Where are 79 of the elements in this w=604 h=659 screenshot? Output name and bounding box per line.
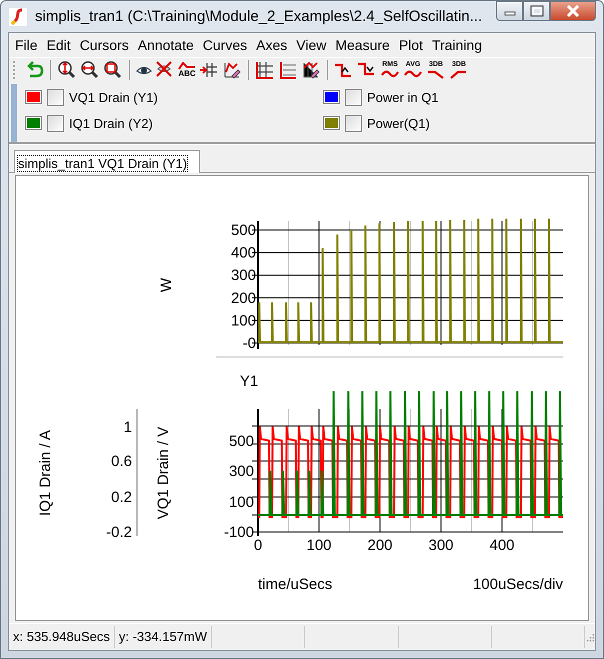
axis-tick-label: -0.2 <box>106 524 132 541</box>
wave-icon <box>381 68 399 80</box>
checkbox[interactable] <box>345 114 362 132</box>
axes-eraser-icon <box>301 60 321 80</box>
menu-item[interactable]: Annotate <box>138 37 194 53</box>
curve-name: IQ1 Drain (Y2) <box>69 116 153 130</box>
checkbox[interactable] <box>345 88 362 106</box>
toolbar-button[interactable] <box>56 59 78 81</box>
magnifier-icon <box>103 60 123 80</box>
app-logo-icon <box>9 8 27 26</box>
close-button[interactable] <box>550 1 596 21</box>
curve-name: VQ1 Drain (Y1) <box>69 90 158 104</box>
toolbar-button[interactable] <box>79 59 101 81</box>
curve-icon <box>178 62 196 70</box>
axis-tick-label: 100 <box>228 494 254 511</box>
checkbox[interactable] <box>47 88 64 106</box>
menu-item[interactable]: Axes <box>256 37 288 53</box>
axis-tick-label: 1 <box>124 419 132 436</box>
minimize-button[interactable] <box>496 1 523 21</box>
maximize-icon <box>530 5 544 17</box>
falling-slope-icon <box>427 68 445 80</box>
toolbar-button[interactable] <box>254 59 276 81</box>
axis-tick-label: 200 <box>367 537 393 554</box>
axis-tick-label: 0 <box>254 537 262 554</box>
menu-item[interactable]: File <box>15 37 38 53</box>
status-text: y: -334.157mW <box>114 626 212 648</box>
toolbar-grip[interactable] <box>13 61 18 79</box>
axis-tick-label: 400 <box>230 244 256 262</box>
label-curve-button[interactable]: ABC <box>177 59 197 81</box>
checkbox[interactable] <box>47 114 64 132</box>
menu-item[interactable]: Cursors <box>80 37 129 53</box>
axis-title: IQ1 Drain / A <box>37 430 54 516</box>
axis-title: time/uSecs <box>258 576 332 593</box>
axis-tick-label: 0.2 <box>111 489 132 506</box>
rising-slope-icon <box>450 68 468 80</box>
eye-icon <box>136 66 152 74</box>
window-title: simplis_tran1 (C:\Training\Module_2_Examples\2.4_SelfOscillatin... <box>35 8 484 25</box>
axis-tick-label: 300 <box>428 537 454 554</box>
close-icon <box>566 5 580 17</box>
curve-name: Power in Q1 <box>367 90 439 104</box>
axis-tick-label: 0.6 <box>111 453 132 470</box>
magnifier-icon <box>57 60 77 80</box>
axis-title: W <box>158 278 175 292</box>
grid-icon <box>255 60 275 80</box>
color-swatch[interactable] <box>323 116 340 130</box>
menu-item[interactable]: Plot <box>398 37 423 53</box>
axis-lines-icon <box>278 60 298 80</box>
color-swatch[interactable] <box>25 90 42 104</box>
axis-tick-label: -0 <box>242 335 256 352</box>
menu-item[interactable]: View <box>296 37 326 53</box>
axis-tick-label: 100 <box>230 312 256 330</box>
plot-tab[interactable]: simplis_tran1 VQ1 Drain (Y1) <box>14 150 200 173</box>
color-swatch[interactable] <box>323 90 340 104</box>
axis-tick-label: 300 <box>228 463 254 480</box>
plot-header: Y1 <box>240 373 258 390</box>
curve-eraser-icon <box>222 60 242 80</box>
axis-tick-label: 500 <box>228 433 254 450</box>
menu-item[interactable]: Measure <box>335 37 390 53</box>
menu-item[interactable]: Training <box>432 37 482 53</box>
axis-title: VQ1 Drain / V <box>155 426 172 520</box>
axis-tick-label: 500 <box>230 222 256 239</box>
menu-item[interactable]: Curves <box>202 37 248 53</box>
axis-tick-label: 200 <box>230 290 256 307</box>
magnifier-icon <box>80 60 100 80</box>
toolbar-button[interactable] <box>102 59 124 81</box>
curve-name: Power(Q1) <box>367 116 430 130</box>
toolbar-grip[interactable] <box>11 84 17 142</box>
menu-item[interactable]: Edit <box>46 37 71 53</box>
resize-grip-icon <box>585 632 595 642</box>
axis-tick-label: -100 <box>224 524 254 541</box>
scale-label: 100uSecs/div <box>472 576 563 593</box>
axis-tick-label: 100 <box>306 537 332 554</box>
maximize-button[interactable] <box>523 1 550 21</box>
axis-tick-label: 400 <box>489 537 515 554</box>
wave-icon <box>404 68 422 80</box>
color-swatch[interactable] <box>25 116 42 130</box>
status-text: x: 535.948uSecs <box>9 626 115 648</box>
axis-tick-label: 300 <box>230 267 256 284</box>
arrow-grid-icon <box>199 60 219 80</box>
